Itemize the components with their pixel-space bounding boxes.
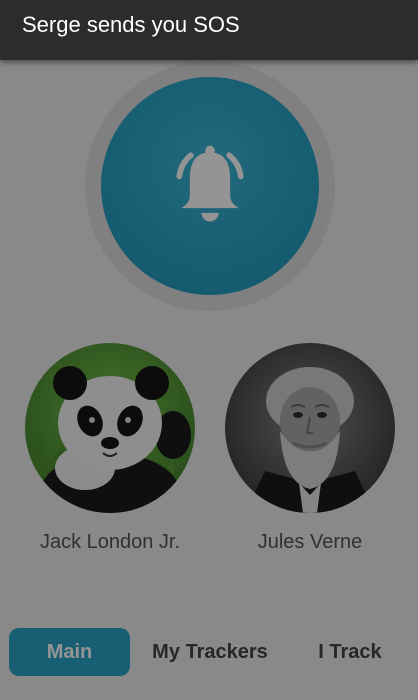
jules-verne-avatar [225,343,395,513]
tab-i-track[interactable]: I Track [300,628,400,676]
tab-my-trackers[interactable]: My Trackers [145,628,275,676]
contact-jules-verne[interactable]: Jules Verne [225,343,395,554]
contact-jack-london-jr[interactable]: Jack London Jr. [25,343,195,554]
contact-name: Jules Verne [257,531,363,553]
notification-message: Serge sends you SOS [22,12,240,37]
bottom-tab-bar: Main My Trackers I Track [0,626,418,680]
bell-ringing-icon [176,145,244,222]
tab-main[interactable]: Main [9,628,130,676]
contact-name: Jack London Jr. [39,531,181,553]
sos-notification-banner[interactable]: Serge sends you SOS [0,0,418,60]
main-screen: Jack London Jr. Jules Verne Main My Trac… [0,0,418,700]
sos-button-ring [85,61,335,311]
sos-button[interactable] [101,77,319,295]
panda-avatar [25,343,195,513]
